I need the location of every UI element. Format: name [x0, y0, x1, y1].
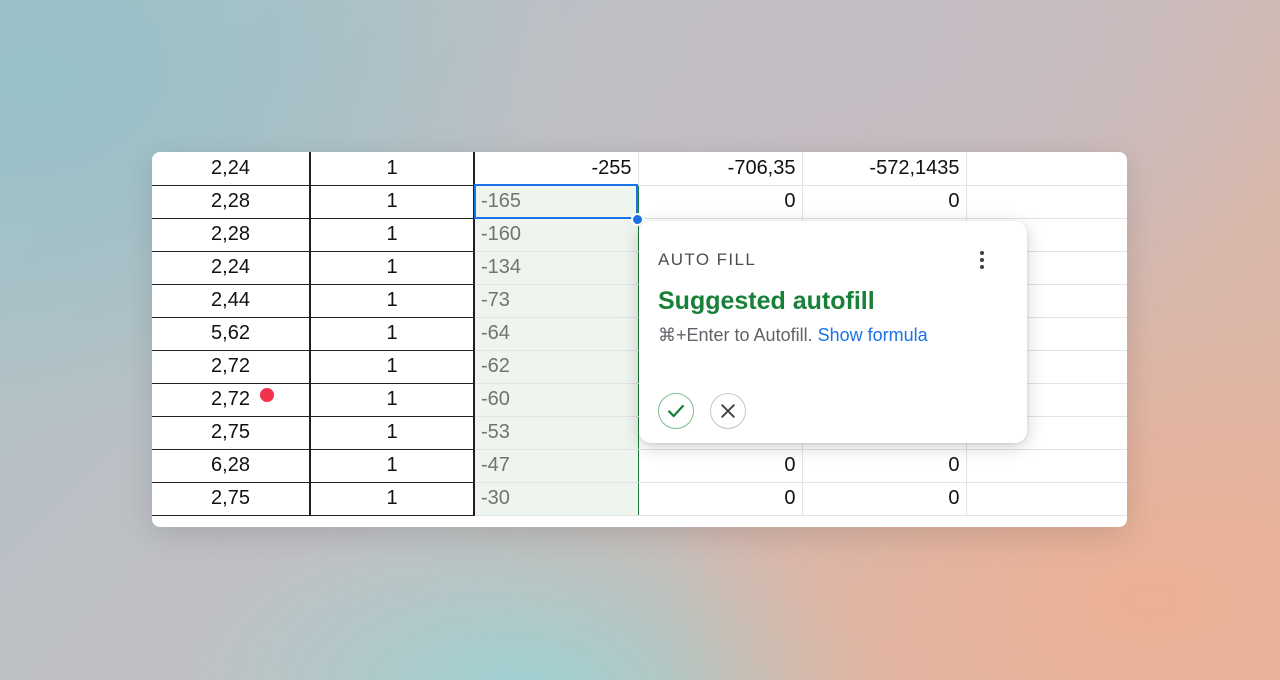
cell-col-a[interactable]: 6,28	[152, 449, 311, 483]
table-row: 6,28 1 -47 0 0	[152, 449, 1127, 483]
autofill-hint-line: ⌘+Enter to Autofill. Show formula	[658, 325, 928, 346]
cell-col-d[interactable]: 0	[638, 449, 803, 483]
cell-col-d[interactable]: 0	[638, 185, 803, 219]
show-formula-link[interactable]: Show formula	[818, 325, 928, 345]
cell-col-b[interactable]: 1	[310, 284, 475, 318]
cell-col-a[interactable]: 2,75	[152, 416, 311, 450]
cell-col-a[interactable]: 2,24	[152, 152, 311, 186]
cell-col-f[interactable]	[966, 185, 1127, 219]
cell-col-d[interactable]: -706,35	[638, 152, 803, 186]
cell-col-b[interactable]: 1	[310, 416, 475, 450]
cell-col-c[interactable]: -47	[474, 449, 639, 483]
cell-col-f[interactable]	[966, 449, 1127, 483]
accept-autofill-button[interactable]	[658, 393, 694, 429]
table-row: 2,24 1 -255 -706,35 -572,1435	[152, 152, 1127, 186]
close-icon	[721, 404, 735, 418]
cell-col-a[interactable]: 2,44	[152, 284, 311, 318]
cell-col-e[interactable]: -572,1435	[802, 152, 967, 186]
cell-col-b[interactable]: 1	[310, 449, 475, 483]
cell-col-e[interactable]: 0	[802, 482, 967, 516]
cell-col-e[interactable]: 0	[802, 449, 967, 483]
cell-col-f[interactable]	[966, 152, 1127, 186]
mouse-pointer-dot	[260, 388, 274, 402]
cell-col-b[interactable]: 1	[310, 185, 475, 219]
cell-col-b[interactable]: 1	[310, 317, 475, 351]
cell-col-c[interactable]: -62	[474, 350, 639, 384]
autofill-hint: ⌘+Enter to Autofill.	[658, 325, 813, 345]
cell-col-c[interactable]: -160	[474, 218, 639, 252]
reject-autofill-button[interactable]	[710, 393, 746, 429]
autofill-popup: AUTO FILL Suggested autofill ⌘+Enter to …	[639, 221, 1027, 443]
cell-col-c[interactable]: -30	[474, 482, 639, 516]
cell-col-b[interactable]: 1	[310, 152, 475, 186]
autofill-label: AUTO FILL	[658, 250, 757, 269]
cell-col-a[interactable]: 2,72	[152, 383, 311, 417]
cell-col-b[interactable]: 1	[310, 482, 475, 516]
more-vert-icon[interactable]	[971, 245, 993, 275]
cell-col-b[interactable]: 1	[310, 218, 475, 252]
check-icon	[668, 404, 684, 418]
cell-col-c[interactable]: -60	[474, 383, 639, 417]
autofill-heading: Suggested autofill	[658, 287, 875, 315]
table-row: 2,75 1 -30 0 0	[152, 482, 1127, 516]
cell-col-d[interactable]: 0	[638, 482, 803, 516]
cell-col-a[interactable]: 2,75	[152, 482, 311, 516]
cell-col-c[interactable]: -134	[474, 251, 639, 285]
cell-col-b[interactable]: 1	[310, 350, 475, 384]
cell-col-c[interactable]: -255	[474, 152, 639, 186]
cell-col-a[interactable]: 5,62	[152, 317, 311, 351]
cell-col-a[interactable]: 2,72	[152, 350, 311, 384]
cell-col-c[interactable]: -64	[474, 317, 639, 351]
cell-col-f[interactable]	[966, 482, 1127, 516]
cell-col-a[interactable]: 2,28	[152, 218, 311, 252]
cell-col-a[interactable]: 2,24	[152, 251, 311, 285]
cell-col-b[interactable]: 1	[310, 251, 475, 285]
cell-col-a[interactable]: 2,28	[152, 185, 311, 219]
cell-col-b[interactable]: 1	[310, 383, 475, 417]
cell-col-e[interactable]: 0	[802, 185, 967, 219]
cell-col-c[interactable]: -165	[474, 185, 639, 219]
cell-col-c[interactable]: -53	[474, 416, 639, 450]
cell-col-c[interactable]: -73	[474, 284, 639, 318]
